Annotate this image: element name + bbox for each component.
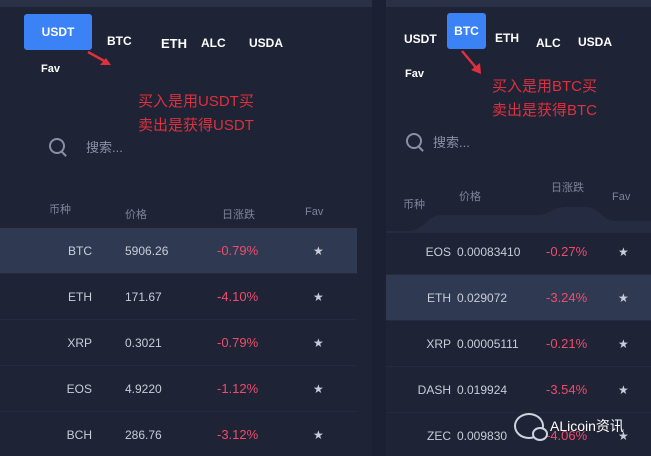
annotation-text: 买入是用BTC买 卖出是获得BTC [492,75,597,123]
btc-market-panel: USDT BTC ETH ALC USDA Fav 买入是用BTC买 卖出是获得… [386,0,651,456]
tab-btc[interactable]: BTC [447,13,486,49]
coin-change: -3.54% [546,382,588,397]
coin-row[interactable]: EOS 4.9220 -1.12% ★ [0,366,357,412]
coin-row[interactable]: DASH 0.019924 -3.54% ★ [386,367,651,413]
annotation-arrow [461,50,481,74]
search-input[interactable] [431,134,585,151]
favorite-star-icon[interactable]: ★ [618,367,629,413]
coin-symbol: ETH [427,291,451,305]
header-fav: Fav [612,191,631,203]
coin-price: 4.9220 [125,382,162,396]
favorite-star-icon[interactable]: ★ [618,321,629,367]
coin-price: 5906.26 [125,244,169,258]
watermark-text: ALicoin资讯 [550,418,624,434]
annotation-arrow [87,50,111,65]
annotation-text: 买入是用USDT买 卖出是获得USDT [138,90,254,138]
header-price: 价格 [125,209,147,221]
tab-eth[interactable]: ETH [495,31,519,45]
coin-symbol: EOS [425,245,451,259]
favorite-star-icon[interactable]: ★ [313,274,324,320]
coin-price: 286.76 [125,428,162,442]
tab-usda[interactable]: USDA [249,36,283,50]
favorite-star-icon[interactable]: ★ [313,228,324,274]
coin-price: 0.019924 [457,383,508,397]
watermark: ALicoin资讯 [514,413,624,441]
header-change: 日涨跌 [222,209,255,221]
coin-symbol: DASH [417,383,451,397]
coin-symbol: BCH [66,428,92,442]
annotation-line-buy: 买入是用BTC买 [492,78,598,95]
coin-price: 0.3021 [125,336,162,350]
coin-row[interactable]: BCH 286.76 -3.12% ★ [0,412,357,456]
favorite-star-icon[interactable]: ★ [313,412,324,456]
coin-price: 0.00083410 [457,245,521,259]
coin-row[interactable]: XRP 0.3021 -0.79% ★ [0,320,357,366]
search-icon[interactable] [49,138,65,154]
header-coin: 币种 [403,199,425,211]
tab-eth[interactable]: ETH [161,36,187,51]
usdt-market-panel: USDT BTC ETH ALC USDA Fav 买入是用USDT买 卖出是获… [0,0,372,456]
coin-price: 0.00005111 [457,337,519,351]
search-icon[interactable] [406,133,422,149]
header-change: 日涨跌 [551,182,584,194]
coin-price: 0.029072 [457,291,508,305]
annotation-line-sell: 卖出是获得USDT [138,117,254,134]
annotation-line-buy: 买入是用USDT买 [138,93,254,110]
coin-row[interactable]: XRP 0.00005111 -0.21% ★ [386,321,651,367]
coin-row[interactable]: BTC 5906.26 -0.79% ★ [0,228,357,274]
coin-change: -1.12% [217,381,259,396]
tab-fav[interactable]: Fav [405,68,424,80]
coin-symbol: BTC [68,244,92,258]
coin-change: -3.24% [546,290,588,305]
coin-price: 0.009830 [457,429,508,443]
coin-symbol: ZEC [427,429,451,443]
tab-btc[interactable]: BTC [107,34,132,48]
panel-topbar [0,0,372,7]
coin-row[interactable]: EOS 0.00083410 -0.27% ★ [386,229,651,275]
tab-usdt[interactable]: USDT [24,14,92,50]
favorite-star-icon[interactable]: ★ [313,320,324,366]
header-price: 价格 [459,191,481,203]
coin-row[interactable]: ETH 0.029072 -3.24% ★ [386,275,651,321]
search-input[interactable] [84,139,248,156]
tab-usdt[interactable]: USDT [404,32,437,46]
tab-fav[interactable]: Fav [41,63,60,75]
coin-symbol: EOS [66,382,92,396]
header-coin: 币种 [49,204,71,216]
coin-change: -0.79% [217,335,259,350]
panel-topbar [386,0,651,7]
coin-change: -0.79% [217,243,259,258]
coin-change: -0.27% [546,244,588,259]
coin-symbol: XRP [67,336,92,350]
favorite-star-icon[interactable]: ★ [618,229,629,275]
coin-symbol: ETH [68,290,92,304]
header-fav: Fav [305,206,324,218]
wechat-icon [514,413,548,441]
coin-change: -0.21% [546,336,588,351]
coin-symbol: XRP [426,337,451,351]
tab-usda[interactable]: USDA [578,35,612,49]
tab-alc[interactable]: ALC [201,36,226,50]
coin-change: -3.12% [217,427,259,442]
coin-row[interactable]: ETH 171.67 -4.10% ★ [0,274,357,320]
favorite-star-icon[interactable]: ★ [313,366,324,412]
coin-price: 171.67 [125,290,162,304]
favorite-star-icon[interactable]: ★ [618,275,629,321]
tab-alc[interactable]: ALC [536,36,561,50]
coin-change: -4.10% [217,289,259,304]
annotation-line-sell: 卖出是获得BTC [492,102,598,119]
